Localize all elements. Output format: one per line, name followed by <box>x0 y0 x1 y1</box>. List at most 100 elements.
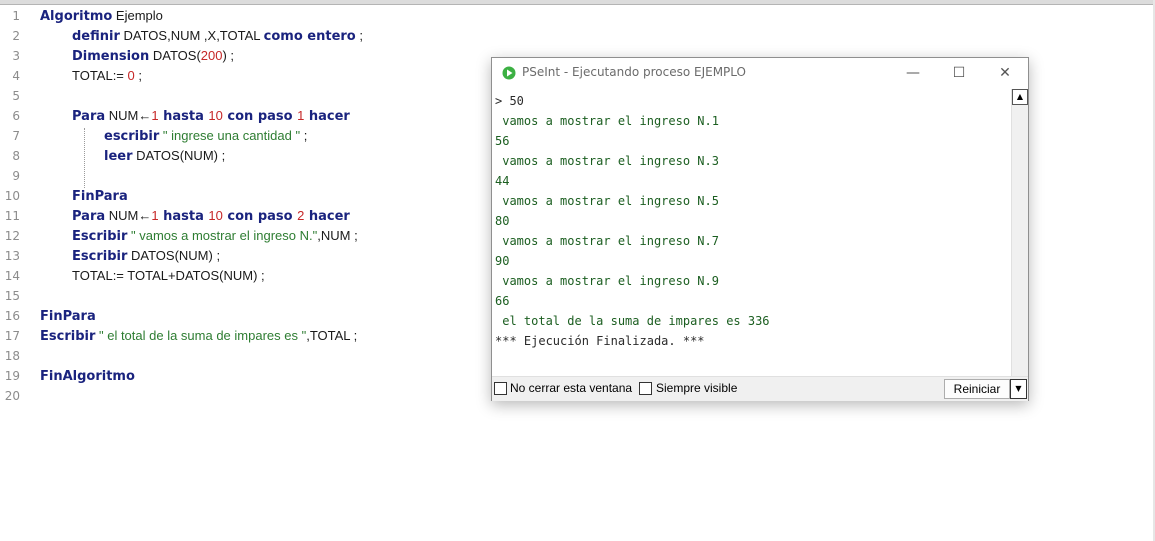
siempre-visible-label[interactable]: Siempre visible <box>656 381 737 395</box>
code-line[interactable]: 19 FinAlgoritmo <box>0 366 480 386</box>
code-text: Escribir " el total de la suma de impare… <box>40 326 357 347</box>
text-token: ; <box>300 128 308 143</box>
number-token: 200 <box>200 48 223 63</box>
line-number: 6 <box>12 109 20 123</box>
number-token: 10 <box>208 208 223 223</box>
keyword-token: con paso <box>222 209 298 224</box>
keyword-token: escribir <box>104 129 160 144</box>
code-text: Escribir " vamos a mostrar el ingreso N.… <box>72 226 358 247</box>
keyword-token: Dimension <box>72 49 150 64</box>
console-line: 44 <box>495 174 510 188</box>
restart-button[interactable]: Reiniciar <box>944 379 1010 399</box>
line-number: 20 <box>4 389 20 403</box>
scroll-up-icon[interactable]: ▲ <box>1012 89 1028 105</box>
code-line[interactable]: 14 TOTAL:= TOTAL+DATOS(NUM) ; <box>0 266 480 286</box>
code-line[interactable]: 18 <box>0 346 480 366</box>
keyword-token: Algoritmo <box>40 9 113 24</box>
code-line[interactable]: 2 definir DATOS,NUM ,X,TOTAL como entero … <box>0 26 480 46</box>
code-line[interactable]: 13 Escribir DATOS(NUM) ; <box>0 246 480 266</box>
maximize-icon: ☐ <box>952 65 966 81</box>
string-token: " vamos a mostrar el ingreso N." <box>127 228 318 243</box>
number-token: 0 <box>127 68 135 83</box>
code-line[interactable]: 4 TOTAL:= 0 ; <box>0 66 480 86</box>
console-output[interactable]: > 50 vamos a mostrar el ingreso N.1 56 va… <box>493 89 1010 377</box>
code-text: Para NUM←1 hasta 10 con paso 2 hacer <box>72 206 350 227</box>
code-line[interactable]: 12 Escribir " vamos a mostrar el ingreso … <box>0 226 480 246</box>
line-number: 19 <box>4 369 20 383</box>
minimize-button[interactable]: — <box>890 58 936 88</box>
code-line[interactable]: 1 Algoritmo Ejemplo <box>0 6 480 26</box>
line-number: 11 <box>4 209 20 223</box>
text-token: ,NUM ; <box>317 228 358 243</box>
text-token: DATOS(NUM) ; <box>127 248 221 263</box>
code-line[interactable]: 7 escribir " ingrese una cantidad " ; <box>0 126 480 146</box>
code-text: FinPara <box>72 186 128 207</box>
title-bar[interactable]: PSeInt - Ejecutando proceso EJEMPLO — ☐ … <box>492 58 1028 88</box>
code-line[interactable]: 6 Para NUM←1 hasta 10 con paso 1 hacer <box>0 106 480 126</box>
console-line: vamos a mostrar el ingreso N.9 <box>495 274 719 288</box>
keyword-token: FinPara <box>40 309 96 324</box>
keyword-token: Escribir <box>72 229 128 244</box>
code-line[interactable]: 20 <box>0 386 480 406</box>
keyword-token: hasta <box>158 209 209 224</box>
keyword-token: hasta <box>158 109 209 124</box>
console-window[interactable]: PSeInt - Ejecutando proceso EJEMPLO — ☐ … <box>491 57 1029 401</box>
maximize-button[interactable]: ☐ <box>936 58 982 88</box>
code-text: Escribir DATOS(NUM) ; <box>72 246 220 267</box>
keyword-token: Para <box>72 209 106 224</box>
text-token: ) ; <box>222 48 235 63</box>
code-line[interactable]: 15 <box>0 286 480 306</box>
code-line[interactable]: 10 FinPara <box>0 186 480 206</box>
line-number: 15 <box>4 289 20 303</box>
console-line: vamos a mostrar el ingreso N.5 <box>495 194 719 208</box>
code-text: definir DATOS,NUM ,X,TOTAL como entero ; <box>72 26 363 47</box>
console-line: > 50 <box>495 94 524 108</box>
text-token: ; <box>134 68 142 83</box>
console-line: 80 <box>495 214 510 228</box>
code-text: leer DATOS(NUM) ; <box>104 146 225 167</box>
keyword-token: con paso <box>222 109 298 124</box>
code-text: Algoritmo Ejemplo <box>40 6 163 27</box>
number-token: 1 <box>151 208 159 223</box>
console-line: *** Ejecución Finalizada. *** <box>495 334 705 348</box>
line-number: 13 <box>4 249 20 263</box>
line-number: 9 <box>12 169 20 183</box>
line-number: 1 <box>12 9 20 23</box>
text-token: Ejemplo <box>112 8 163 23</box>
line-number: 17 <box>4 329 20 343</box>
bottom-bar: No cerrar esta ventana Siempre visible R… <box>492 376 1028 401</box>
string-token: " ingrese una cantidad " <box>159 128 301 143</box>
chevron-down-icon[interactable]: ▼ <box>1010 379 1027 399</box>
keyword-token: Escribir <box>72 249 128 264</box>
line-number: 14 <box>4 269 20 283</box>
line-number: 18 <box>4 349 20 363</box>
code-line[interactable]: 5 <box>0 86 480 106</box>
line-number: 2 <box>12 29 20 43</box>
close-button[interactable]: ✕ <box>982 58 1028 88</box>
vertical-scrollbar[interactable]: ▲ <box>1011 89 1028 377</box>
console-line: 90 <box>495 254 510 268</box>
no-cerrar-label[interactable]: No cerrar esta ventana <box>510 381 632 395</box>
number-token: 1 <box>151 108 159 123</box>
code-line[interactable]: 11 Para NUM←1 hasta 10 con paso 2 hacer <box>0 206 480 226</box>
code-line[interactable]: 8 leer DATOS(NUM) ; <box>0 146 480 166</box>
number-token: 10 <box>208 108 223 123</box>
line-number: 3 <box>12 49 20 63</box>
text-token: NUM← <box>105 108 152 123</box>
code-line[interactable]: 16 FinPara <box>0 306 480 326</box>
text-token: DATOS(NUM) ; <box>132 148 226 163</box>
no-cerrar-checkbox[interactable] <box>494 382 507 395</box>
top-border <box>0 0 1155 5</box>
string-token: " el total de la suma de impares es " <box>95 328 307 343</box>
console-line: vamos a mostrar el ingreso N.7 <box>495 234 719 248</box>
siempre-visible-checkbox[interactable] <box>639 382 652 395</box>
indent-guide <box>84 128 85 188</box>
code-line[interactable]: 17 Escribir " el total de la suma de impa… <box>0 326 480 346</box>
code-text: TOTAL:= 0 ; <box>72 66 142 86</box>
keyword-token: definir <box>72 29 120 44</box>
text-token: NUM← <box>105 208 152 223</box>
keyword-token: hacer <box>304 109 350 124</box>
code-line[interactable]: 3 Dimension DATOS(200) ; <box>0 46 480 66</box>
code-line[interactable]: 9 <box>0 166 480 186</box>
console-line: el total de la suma de impares es 336 <box>495 314 770 328</box>
